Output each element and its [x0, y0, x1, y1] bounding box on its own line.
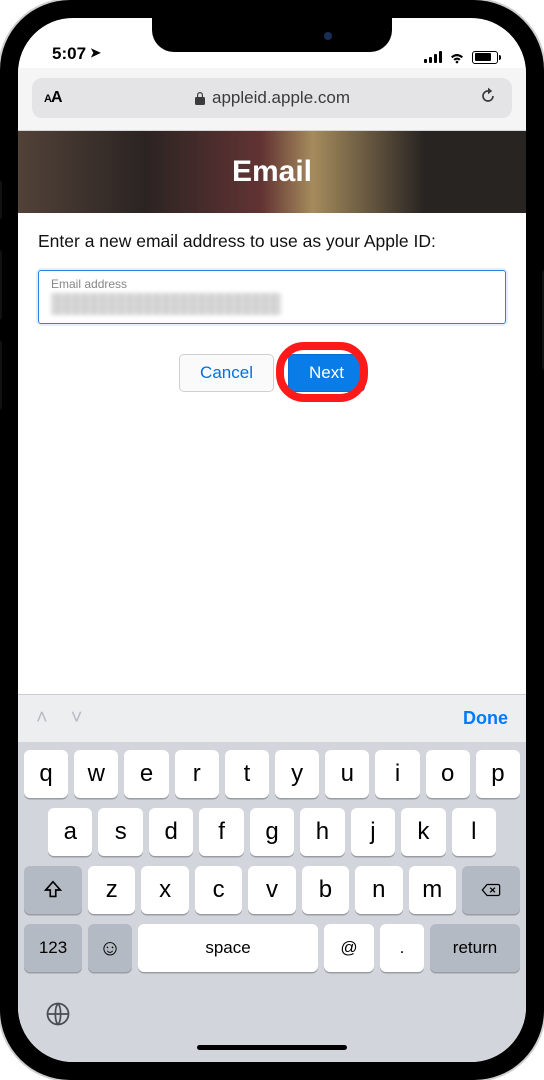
- numbers-key[interactable]: 123: [24, 924, 82, 972]
- key-d[interactable]: d: [149, 808, 193, 856]
- key-x[interactable]: x: [141, 866, 188, 914]
- mute-switch: [0, 180, 2, 220]
- key-g[interactable]: g: [250, 808, 294, 856]
- key-w[interactable]: w: [74, 750, 118, 798]
- key-q[interactable]: q: [24, 750, 68, 798]
- keyboard: qwertyuiop asdfghjkl zxcvbnm 123 ☺ space…: [18, 742, 526, 992]
- instruction-text: Enter a new email address to use as your…: [38, 231, 506, 252]
- space-key[interactable]: space: [138, 924, 318, 972]
- key-z[interactable]: z: [88, 866, 135, 914]
- reader-button[interactable]: AA: [44, 89, 62, 107]
- key-v[interactable]: v: [248, 866, 295, 914]
- prev-field-button[interactable]: ˄: [36, 707, 48, 729]
- location-icon: ➤: [90, 45, 101, 61]
- key-n[interactable]: n: [355, 866, 402, 914]
- refresh-button[interactable]: [478, 86, 498, 111]
- address-domain: appleid.apple.com: [212, 88, 350, 108]
- status-time: 5:07: [52, 44, 86, 64]
- next-field-button[interactable]: ˅: [71, 707, 83, 729]
- wifi-icon: [448, 50, 466, 64]
- dot-key[interactable]: .: [380, 924, 424, 972]
- keyboard-bottom: [18, 992, 526, 1062]
- key-row-4: 123 ☺ space @ . return: [24, 924, 520, 972]
- key-s[interactable]: s: [98, 808, 142, 856]
- key-m[interactable]: m: [409, 866, 456, 914]
- key-p[interactable]: p: [476, 750, 520, 798]
- backspace-key[interactable]: [462, 866, 520, 914]
- keyboard-area: ˄ ˅ Done qwertyuiop asdfghjkl zxcvbnm: [18, 694, 526, 1062]
- key-f[interactable]: f: [199, 808, 243, 856]
- lock-icon: [194, 91, 206, 105]
- button-row: Cancel Next: [38, 354, 506, 392]
- volume-up: [0, 250, 2, 320]
- content-area: Enter a new email address to use as your…: [18, 213, 526, 694]
- key-row-2: asdfghjkl: [24, 808, 520, 856]
- key-b[interactable]: b: [302, 866, 349, 914]
- key-j[interactable]: j: [351, 808, 395, 856]
- key-l[interactable]: l: [452, 808, 496, 856]
- key-e[interactable]: e: [124, 750, 168, 798]
- email-field[interactable]: Email address: [38, 270, 506, 324]
- key-a[interactable]: a: [48, 808, 92, 856]
- key-o[interactable]: o: [426, 750, 470, 798]
- key-c[interactable]: c: [195, 866, 242, 914]
- shift-key[interactable]: [24, 866, 82, 914]
- key-row-1: qwertyuiop: [24, 750, 520, 798]
- next-button[interactable]: Next: [288, 354, 365, 392]
- battery-icon: [472, 51, 498, 64]
- keyboard-accessory: ˄ ˅ Done: [18, 694, 526, 742]
- key-t[interactable]: t: [225, 750, 269, 798]
- key-r[interactable]: r: [175, 750, 219, 798]
- home-indicator[interactable]: [197, 1045, 347, 1050]
- volume-down: [0, 340, 2, 410]
- key-u[interactable]: u: [325, 750, 369, 798]
- browser-chrome: AA appleid.apple.com: [18, 68, 526, 131]
- page-title: Email: [232, 155, 312, 189]
- key-row-3: zxcvbnm: [24, 866, 520, 914]
- address-bar[interactable]: AA appleid.apple.com: [32, 78, 512, 118]
- key-y[interactable]: y: [275, 750, 319, 798]
- phone-frame: 5:07 ➤ AA appleid.apple.: [0, 0, 544, 1080]
- key-h[interactable]: h: [300, 808, 344, 856]
- screen: 5:07 ➤ AA appleid.apple.: [18, 18, 526, 1062]
- notch: [152, 18, 392, 52]
- key-i[interactable]: i: [375, 750, 419, 798]
- email-label: Email address: [51, 277, 493, 291]
- page-header: Email: [18, 131, 526, 213]
- cancel-button[interactable]: Cancel: [179, 354, 274, 392]
- signal-icon: [424, 51, 442, 63]
- return-key[interactable]: return: [430, 924, 520, 972]
- emoji-key[interactable]: ☺: [88, 924, 132, 972]
- globe-icon[interactable]: [44, 1000, 72, 1028]
- email-value-redacted: [51, 293, 281, 315]
- done-button[interactable]: Done: [463, 708, 508, 729]
- at-key[interactable]: @: [324, 924, 374, 972]
- key-k[interactable]: k: [401, 808, 445, 856]
